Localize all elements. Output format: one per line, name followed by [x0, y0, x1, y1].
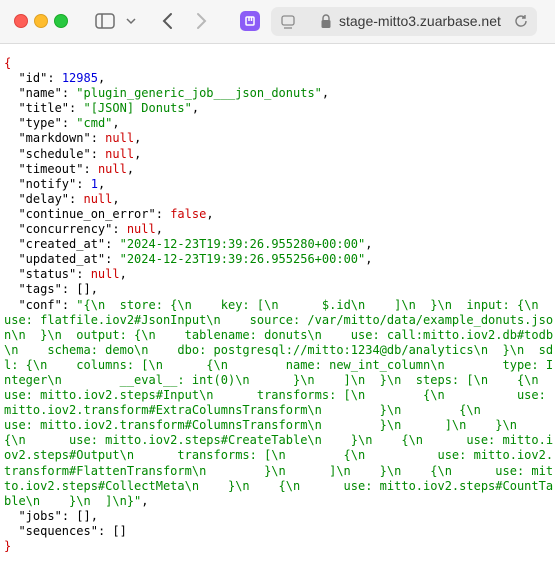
json-key: "conf"	[18, 297, 62, 312]
json-value: []	[76, 508, 91, 523]
json-key: "status"	[18, 267, 77, 282]
json-key: "updated_at"	[18, 252, 106, 267]
json-value: 12985	[61, 71, 98, 86]
json-key: "title"	[18, 101, 70, 116]
json-field-line: "status": null,	[18, 267, 127, 282]
json-field-line: "markdown": null,	[18, 131, 142, 146]
close-window-button[interactable]	[14, 14, 28, 28]
json-field-line: "continue_on_error": false,	[18, 206, 214, 221]
back-button[interactable]	[158, 10, 176, 32]
json-field-line: "type": "cmd",	[18, 116, 120, 131]
url-text[interactable]: stage-mitto3.zuarbase.net	[339, 13, 501, 29]
zoom-window-button[interactable]	[54, 14, 68, 28]
forward-button[interactable]	[193, 10, 211, 32]
sidebar-toggle-icon[interactable]	[93, 10, 117, 32]
json-field-line: "title": "[JSON] Donuts",	[18, 101, 200, 116]
json-key: "name"	[18, 86, 62, 101]
json-field-line: "updated_at": "2024-12-23T19:39:26.95525…	[18, 252, 373, 267]
json-field-line: "tags": [],	[18, 282, 98, 297]
json-value: null	[97, 161, 127, 176]
json-key: "concurrency"	[18, 222, 113, 237]
json-value: false	[170, 206, 207, 221]
json-key: "markdown"	[18, 131, 91, 146]
json-field-line: "id": 12985,	[18, 71, 106, 86]
json-field-line: "conf": "{\n store: {\n key: [\n $.id\n …	[4, 298, 555, 508]
json-key: "delay"	[18, 191, 70, 206]
json-viewer: { "id": 12985, "name": "plugin_generic_j…	[0, 44, 555, 580]
json-key: "id"	[18, 71, 48, 86]
extension-icon[interactable]	[240, 11, 260, 31]
json-key: "created_at"	[18, 237, 106, 252]
json-value: "2024-12-23T19:39:26.955280+00:00"	[119, 237, 366, 252]
json-document: { "id": 12985, "name": "plugin_generic_j…	[4, 56, 555, 554]
json-field-line: "jobs": [],	[18, 508, 98, 523]
json-key: "jobs"	[18, 508, 62, 523]
lock-icon	[319, 14, 333, 29]
json-value: []	[112, 523, 127, 538]
minimize-window-button[interactable]	[34, 14, 48, 28]
json-field-line: "schedule": null,	[18, 146, 142, 161]
json-key: "continue_on_error"	[18, 206, 156, 221]
json-value: "cmd"	[76, 116, 113, 131]
json-value: 1	[90, 176, 98, 191]
json-field-line: "notify": 1,	[18, 176, 106, 191]
json-value: null	[105, 146, 135, 161]
chevron-down-icon[interactable]	[124, 10, 138, 32]
json-value: "[JSON] Donuts"	[83, 101, 192, 116]
json-field-line: "sequences": []	[18, 523, 127, 538]
json-field-line: "created_at": "2024-12-23T19:39:26.95528…	[18, 237, 373, 252]
json-field-line: "timeout": null,	[18, 161, 135, 176]
json-close-brace: }	[4, 539, 12, 553]
json-value: null	[126, 222, 156, 237]
json-key: "schedule"	[18, 146, 91, 161]
json-value: "2024-12-23T19:39:26.955256+00:00"	[119, 252, 366, 267]
json-value: null	[105, 131, 135, 146]
tab-page-icon[interactable]	[279, 11, 297, 33]
json-value: "{\n store: {\n key: [\n $.id\n ]\n }\n …	[4, 297, 554, 508]
json-key: "sequences"	[18, 523, 98, 538]
json-key: "tags"	[18, 282, 62, 297]
reload-icon[interactable]	[513, 13, 529, 29]
json-key: "notify"	[18, 176, 77, 191]
json-field-line: "name": "plugin_generic_job___json_donut…	[18, 86, 330, 101]
json-open-brace: {	[4, 56, 12, 70]
address-bar[interactable]: stage-mitto3.zuarbase.net	[271, 7, 537, 36]
json-field-line: "concurrency": null,	[18, 222, 163, 237]
json-key: "timeout"	[18, 161, 84, 176]
json-field-line: "delay": null,	[18, 191, 120, 206]
json-value: "plugin_generic_job___json_donuts"	[76, 86, 322, 101]
json-key: "type"	[18, 116, 62, 131]
json-value: []	[76, 282, 91, 297]
json-fields: "id": 12985, "name": "plugin_generic_job…	[4, 71, 555, 538]
json-value: null	[83, 191, 113, 206]
browser-toolbar: stage-mitto3.zuarbase.net	[0, 0, 555, 44]
json-value: null	[90, 267, 120, 282]
